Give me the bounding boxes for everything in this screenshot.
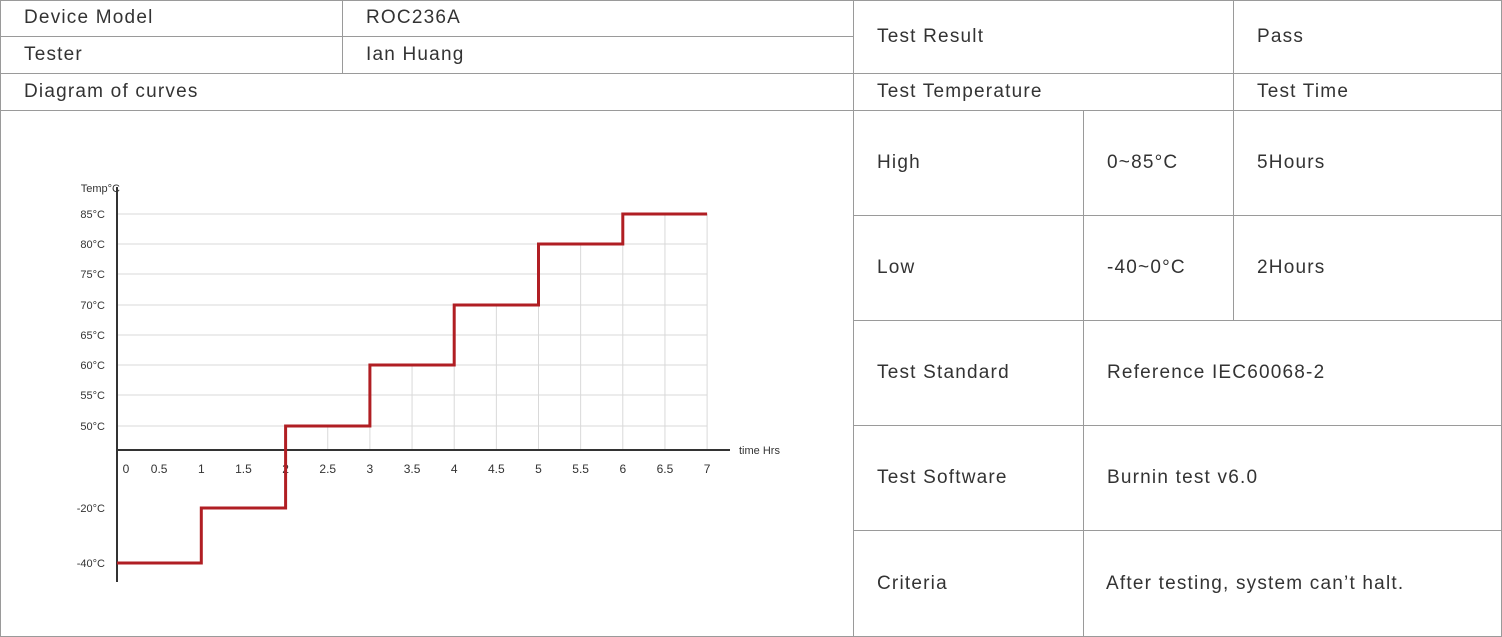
table-border [342, 0, 343, 73]
low-label: Low [877, 257, 916, 278]
temperature-step-chart: 85°C 80°C 75°C 70°C 65°C 60°C 55°C 50°C -20°C -40… [77, 183, 780, 582]
high-label: High [877, 152, 921, 173]
x-tick-label: 6 [619, 462, 626, 476]
low-time: 2Hours [1257, 257, 1326, 278]
y-tick-label: 55°C [80, 390, 105, 402]
y-tick-label: 75°C [80, 269, 105, 281]
test-result-label: Test Result [877, 25, 985, 47]
test-report-table: Device Model ROC236A Tester Ian Huang Di… [0, 0, 1502, 637]
x-tick-label: 3 [367, 462, 374, 476]
test-software-label: Test Software [877, 467, 1008, 488]
y-tick-label: 65°C [80, 330, 105, 342]
y-tick-label: 85°C [80, 209, 105, 221]
x-tick-label: 7 [704, 462, 711, 476]
tester-value: Ian Huang [366, 44, 465, 65]
x-axis-title: time Hrs [739, 445, 780, 457]
device-model-value: ROC236A [366, 7, 461, 28]
criteria-label: Criteria [877, 572, 948, 594]
test-standard-value: Reference IEC60068-2 [1107, 362, 1326, 383]
high-time: 5Hours [1257, 152, 1326, 173]
test-software-value: Burnin test v6.0 [1107, 467, 1259, 488]
x-tick-label: 3.5 [404, 462, 421, 476]
x-tick-label: 0.5 [151, 462, 168, 476]
y-tick-label: -20°C [77, 503, 105, 515]
x-tick-label: 4 [451, 462, 458, 476]
y-tick-label: 70°C [80, 300, 105, 312]
x-tick-label: 6.5 [657, 462, 674, 476]
table-border [1233, 110, 1234, 320]
x-tick-label: 1 [198, 462, 205, 476]
test-time-label: Test Time [1257, 81, 1350, 102]
criteria-value: After testing, system can’t halt. [1106, 572, 1405, 594]
x-tick-label: 5 [535, 462, 542, 476]
x-tick-label: 1.5 [235, 462, 252, 476]
test-temperature-label: Test Temperature [877, 81, 1043, 102]
x-tick-label: 2.5 [319, 462, 336, 476]
x-tick-label: 0 [123, 462, 130, 476]
device-model-label: Device Model [24, 7, 154, 28]
table-border [1083, 110, 1084, 636]
x-tick-label: 4.5 [488, 462, 505, 476]
table-border [1233, 0, 1234, 110]
y-tick-label: 80°C [80, 239, 105, 251]
x-tick-label: 5.5 [572, 462, 589, 476]
test-standard-label: Test Standard [877, 362, 1010, 383]
high-range: 0~85°C [1107, 152, 1179, 173]
y-axis-title: Temp°C [81, 183, 120, 195]
y-tick-label: 50°C [80, 421, 105, 433]
tester-label: Tester [24, 44, 83, 65]
y-tick-label: -40°C [77, 558, 105, 570]
test-result-value: Pass [1257, 25, 1305, 47]
table-border [853, 0, 854, 637]
y-tick-label: 60°C [80, 360, 105, 372]
low-range: -40~0°C [1107, 257, 1186, 278]
diagram-label: Diagram of curves [24, 81, 199, 102]
table-border [0, 0, 1, 637]
